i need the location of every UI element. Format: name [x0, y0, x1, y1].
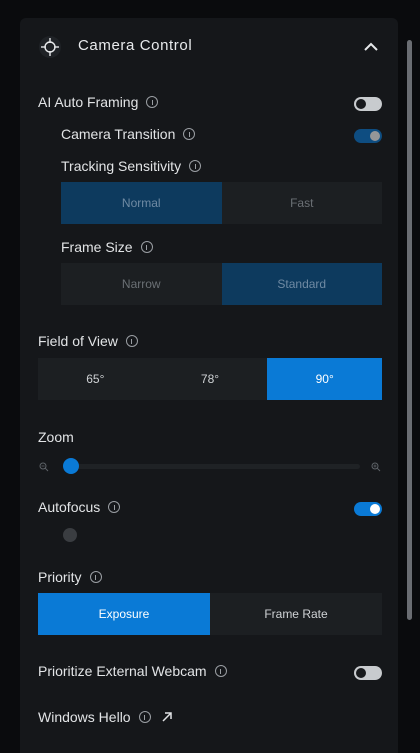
info-icon[interactable]: [89, 571, 102, 583]
info-icon[interactable]: [125, 335, 138, 347]
autofocus-focus-point: [63, 528, 77, 542]
frame-size-option-standard[interactable]: Standard: [221, 263, 382, 305]
fov-option-78[interactable]: 78°: [153, 358, 268, 400]
info-icon[interactable]: [146, 96, 159, 108]
autofocus-row: Autofocus: [38, 499, 121, 515]
tracking-sensitivity-selector: Normal Fast: [61, 182, 382, 224]
toggle-knob: [356, 99, 366, 109]
prioritize-external-webcam-label: Prioritize External Webcam: [38, 663, 207, 679]
tracking-option-normal[interactable]: Normal: [61, 182, 222, 224]
camera-control-panel: Camera Control AI Auto Framing Camera Tr…: [20, 18, 398, 753]
toggle-knob: [356, 668, 366, 678]
priority-selector: Exposure Frame Rate: [38, 593, 382, 635]
priority-option-frame-rate[interactable]: Frame Rate: [210, 593, 382, 635]
ai-auto-framing-row: AI Auto Framing: [38, 94, 159, 110]
page-title: Camera Control: [78, 37, 193, 54]
autofocus-label: Autofocus: [38, 499, 101, 515]
prioritize-external-webcam-row: Prioritize External Webcam: [38, 663, 227, 679]
toggle-knob: [370, 504, 380, 514]
chevron-up-icon[interactable]: [362, 38, 380, 56]
crosshair-icon: [39, 36, 61, 58]
camera-transition-toggle[interactable]: [354, 129, 382, 143]
priority-option-exposure[interactable]: Exposure: [38, 593, 210, 635]
external-link-icon[interactable]: [161, 711, 173, 723]
info-icon[interactable]: [138, 711, 151, 723]
ai-auto-framing-label: AI Auto Framing: [38, 94, 139, 110]
zoom-out-icon[interactable]: [39, 462, 49, 472]
info-icon[interactable]: [214, 665, 227, 677]
scrollbar[interactable]: [407, 40, 412, 620]
field-of-view-selector: 65° 78° 90°: [38, 358, 383, 400]
windows-hello-label: Windows Hello: [38, 709, 131, 725]
ai-auto-framing-toggle[interactable]: [354, 97, 382, 111]
fov-option-90[interactable]: 90°: [267, 358, 383, 400]
field-of-view-label: Field of View: [38, 333, 118, 349]
zoom-in-icon[interactable]: [371, 462, 381, 472]
prioritize-external-webcam-toggle[interactable]: [354, 666, 382, 680]
toggle-knob: [370, 131, 380, 141]
tracking-sensitivity-label: Tracking Sensitivity: [61, 158, 182, 174]
field-of-view-row: Field of View: [38, 333, 138, 349]
tracking-option-fast[interactable]: Fast: [222, 182, 383, 224]
info-icon[interactable]: [183, 128, 196, 140]
zoom-slider-thumb[interactable]: [63, 458, 79, 474]
info-icon[interactable]: [140, 241, 153, 253]
frame-size-row: Frame Size: [61, 239, 153, 255]
info-icon[interactable]: [189, 160, 202, 172]
autofocus-toggle[interactable]: [354, 502, 382, 516]
camera-transition-label: Camera Transition: [61, 126, 176, 142]
priority-label: Priority: [38, 569, 82, 585]
zoom-slider-track[interactable]: [70, 464, 360, 469]
camera-control-header[interactable]: Camera Control: [20, 18, 398, 76]
frame-size-option-narrow[interactable]: Narrow: [61, 263, 222, 305]
frame-size-selector: Narrow Standard: [61, 263, 382, 305]
zoom-label: Zoom: [38, 429, 74, 445]
tracking-sensitivity-row: Tracking Sensitivity: [61, 158, 202, 174]
camera-transition-row: Camera Transition: [61, 126, 196, 142]
priority-row: Priority: [38, 569, 102, 585]
windows-hello-row[interactable]: Windows Hello: [38, 709, 173, 725]
frame-size-label: Frame Size: [61, 239, 133, 255]
fov-option-65[interactable]: 65°: [38, 358, 153, 400]
zoom-row: Zoom: [38, 429, 74, 445]
info-icon[interactable]: [108, 501, 121, 513]
